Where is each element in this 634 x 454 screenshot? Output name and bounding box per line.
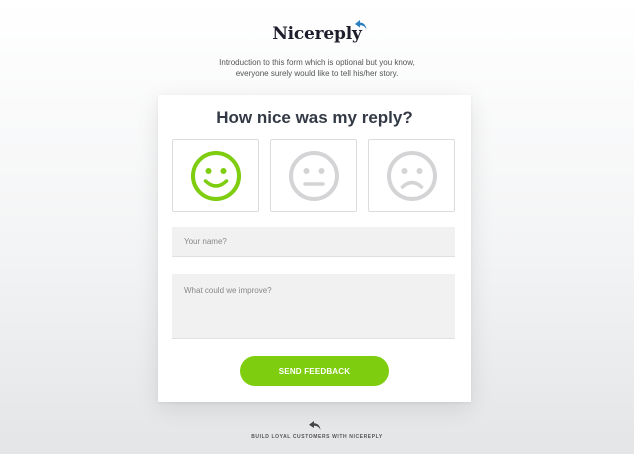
question-title: How nice was my reply? [216, 108, 413, 127]
improve-textarea[interactable] [172, 274, 455, 339]
reply-arrow-icon [354, 20, 367, 30]
neutral-face-icon [288, 150, 339, 201]
logo[interactable]: Nicereply [272, 20, 367, 44]
rating-neutral[interactable] [270, 139, 357, 212]
sad-face-icon [386, 150, 437, 201]
happy-face-icon [190, 150, 241, 201]
logo-text: Nicereply [272, 24, 362, 44]
rating-sad[interactable] [368, 139, 455, 212]
reply-arrow-icon [309, 421, 321, 430]
feedback-card: How nice was my reply? SEND FEEDBACK [158, 95, 471, 402]
intro-line-2: everyone surely would like to tell his/h… [235, 69, 399, 78]
send-feedback-button[interactable]: SEND FEEDBACK [240, 356, 389, 386]
intro-text: Introduction to this form which is optio… [0, 57, 634, 79]
header: Nicereply [0, 20, 634, 44]
intro-line-1: Introduction to this form which is optio… [219, 58, 415, 67]
name-input[interactable] [172, 227, 455, 257]
rating-happy[interactable] [172, 139, 259, 212]
footer-tagline: BUILD LOYAL CUSTOMERS WITH NICEREPLY [251, 434, 383, 440]
